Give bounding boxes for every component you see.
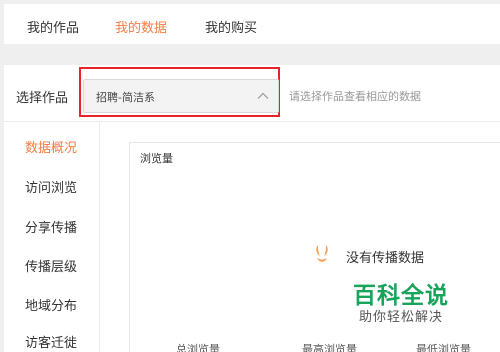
watermark-title: 百科全说 — [353, 283, 449, 309]
tab-my-works[interactable]: 我的作品 — [27, 17, 79, 36]
card-title: 浏览量 — [140, 152, 173, 165]
tab-my-data[interactable]: 我的数据 — [115, 17, 167, 36]
sidebar-item-levels[interactable]: 传播层级 — [25, 256, 77, 275]
sidebar-divider — [99, 122, 100, 352]
rabbit-icon — [316, 245, 328, 262]
sidebar-item-visits[interactable]: 访问浏览 — [25, 177, 77, 196]
sidebar-item-shares[interactable]: 分享传播 — [25, 217, 77, 236]
stat-total-views-label: 总浏览量 — [176, 343, 220, 352]
sidebar-item-regions[interactable]: 地域分布 — [25, 295, 77, 314]
selected-work-value: 招聘-简洁系 — [96, 91, 155, 104]
panel-divider — [4, 121, 500, 122]
stat-min-views-label: 最低浏览量 — [416, 343, 471, 352]
chevron-up-icon — [257, 92, 269, 99]
sidebar-item-migration[interactable]: 访客迁徙 — [25, 332, 77, 351]
watermark: 百科全说 助你轻松解决 — [336, 276, 466, 328]
select-hint-text: 请选择作品查看相应的数据 — [289, 90, 421, 103]
empty-state-text: 没有传播数据 — [346, 251, 425, 266]
watermark-subtitle: 助你轻松解决 — [358, 310, 443, 325]
top-tab-bar: 我的作品 我的数据 我的购买 — [4, 4, 500, 44]
stat-max-views-label: 最高浏览量 — [302, 343, 357, 352]
sidebar-item-overview[interactable]: 数据概况 — [25, 137, 77, 156]
work-select-dropdown[interactable]: 招聘-简洁系 — [83, 79, 279, 113]
tab-my-purchases[interactable]: 我的购买 — [205, 17, 257, 36]
select-work-label: 选择作品 — [16, 91, 69, 106]
